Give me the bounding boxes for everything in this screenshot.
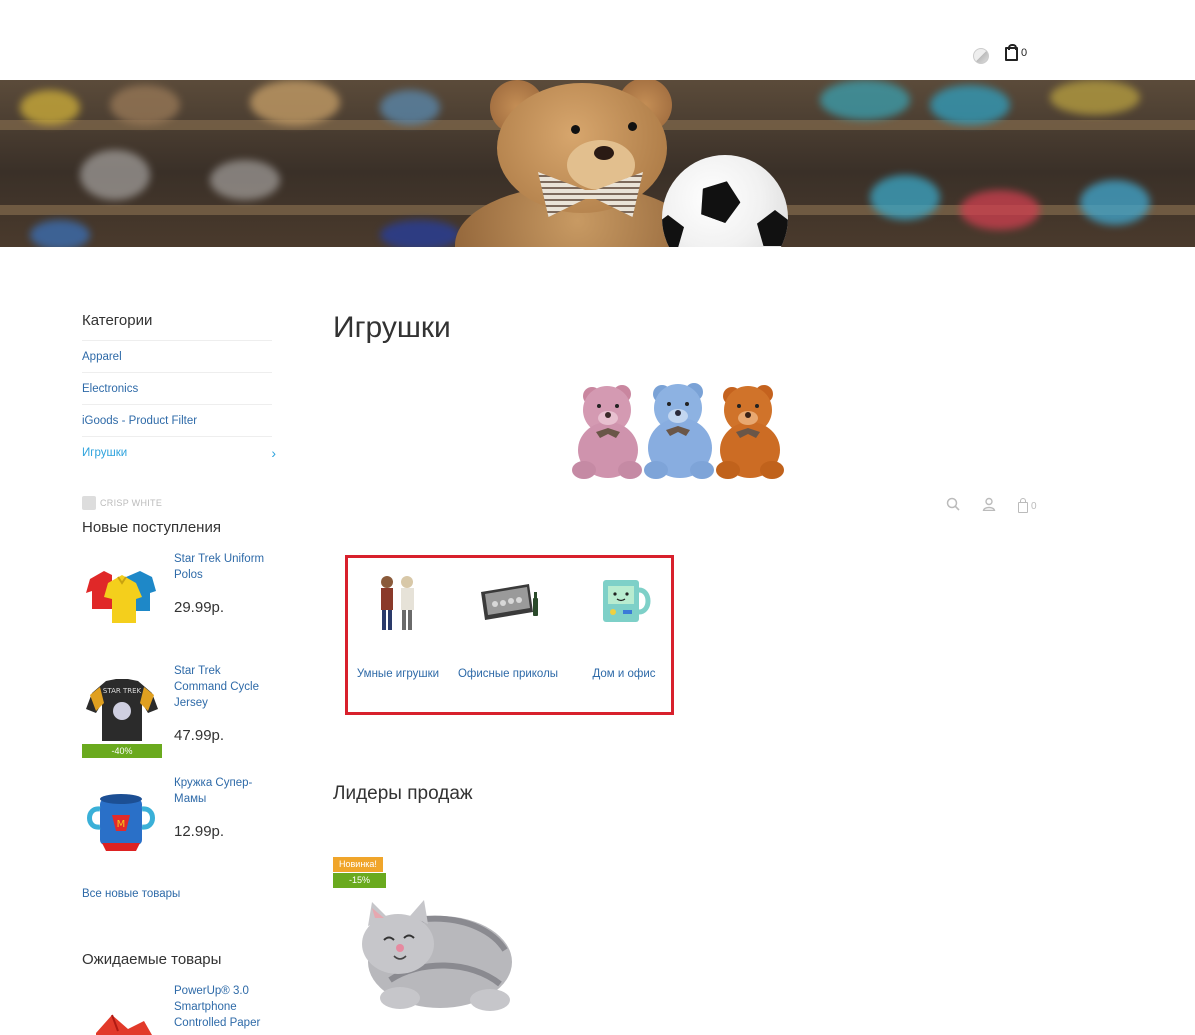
subcategories-panel: Умные игрушки Офисные приколы Дом и офис	[345, 555, 674, 715]
product-price: 12.99р.	[174, 823, 225, 840]
new-arrivals-heading: Новые поступления	[82, 519, 221, 536]
category-link-toys[interactable]: Игрушки	[82, 447, 127, 459]
subcategory-image[interactable]	[363, 570, 433, 634]
category-item-electronics[interactable]: Electronics	[82, 373, 272, 405]
product-price: 29.99р.	[174, 599, 225, 616]
category-link-electronics[interactable]: Electronics	[82, 383, 138, 395]
category-link-igoods-filter[interactable]: iGoods - Product Filter	[82, 415, 197, 427]
theme-badge: CRISP WHITE	[82, 496, 162, 510]
sidebar: Категории Apparel Electronics iGoods - P…	[82, 300, 276, 468]
svg-text:M: M	[117, 819, 126, 830]
search-icon[interactable]	[946, 497, 960, 516]
user-icon[interactable]	[982, 497, 996, 516]
subcategory-office-pranks[interactable]: Офисные приколы	[456, 570, 560, 682]
category-item-apparel[interactable]: Apparel	[82, 341, 272, 373]
new-arrival-item[interactable]: Star Trek Uniform Polos 29.99р.	[82, 551, 277, 631]
categories-heading: Категории	[82, 312, 272, 341]
category-image	[560, 378, 800, 486]
header-cart-button[interactable]: 0	[1005, 44, 1028, 61]
subcategory-image[interactable]	[589, 570, 659, 634]
expected-products-heading: Ожидаемые товары	[82, 951, 222, 968]
product-name-link[interactable]: Star Trek Uniform Polos	[174, 551, 274, 583]
product-image[interactable]	[82, 561, 162, 635]
chevron-right-icon[interactable]: ›	[271, 445, 276, 461]
discount-badge: -40%	[82, 744, 162, 758]
category-link-apparel[interactable]: Apparel	[82, 351, 122, 363]
product-image[interactable]	[82, 1005, 162, 1035]
expected-item[interactable]: PowerUp® 3.0 Smartphone Controlled Paper	[82, 983, 277, 1035]
product-name-link[interactable]: Кружка Супер-Мамы	[174, 775, 274, 807]
language-flag-icon[interactable]	[973, 48, 989, 64]
theme-badge-label: CRISP WHITE	[100, 498, 163, 508]
shopping-bag-icon	[1005, 44, 1018, 61]
all-new-products-link[interactable]: Все новые товары	[82, 888, 180, 900]
theme-logo-icon	[82, 496, 96, 510]
subcategory-home-office[interactable]: Дом и офис	[572, 570, 676, 682]
toolbar-cart-count: 0	[1031, 501, 1037, 512]
category-item-igoods-filter[interactable]: iGoods - Product Filter	[82, 405, 272, 437]
bestsellers-heading: Лидеры продаж	[333, 783, 473, 804]
product-name-link[interactable]: PowerUp® 3.0 Smartphone Controlled Paper	[174, 983, 274, 1031]
product-name-link[interactable]: Star Trek Command Cycle Jersey	[174, 663, 274, 711]
subcategory-label[interactable]: Дом и офис	[572, 666, 676, 682]
header-cart-count: 0	[1021, 47, 1028, 59]
category-banner-image	[0, 80, 1195, 247]
new-arrival-item[interactable]: STAR TREK -40% Star Trek Command Cycle J…	[82, 663, 277, 763]
shopping-bag-icon	[1018, 498, 1028, 513]
product-image[interactable]: M	[82, 785, 162, 859]
toolbar-cart-button[interactable]: 0	[1018, 498, 1037, 513]
catalog-toolbar: 0	[946, 497, 1037, 516]
new-badge: Новинка!	[333, 857, 383, 872]
category-item-toys[interactable]: Игрушки ›	[82, 437, 276, 468]
svg-text:STAR TREK: STAR TREK	[103, 687, 142, 695]
subcategory-image[interactable]	[473, 570, 543, 634]
top-header: 0	[0, 0, 1195, 80]
new-arrival-item[interactable]: M Кружка Супер-Мамы 12.99р.	[82, 775, 277, 855]
subcategory-smart-toys[interactable]: Умные игрушки	[346, 570, 450, 682]
subcategory-label[interactable]: Умные игрушки	[346, 666, 450, 682]
page-title: Игрушки	[333, 311, 451, 344]
product-image[interactable]: STAR TREK	[82, 675, 162, 749]
bestseller-product-image[interactable]	[340, 880, 530, 1030]
subcategory-label[interactable]: Офисные приколы	[456, 666, 560, 682]
product-price: 47.99р.	[174, 727, 225, 744]
